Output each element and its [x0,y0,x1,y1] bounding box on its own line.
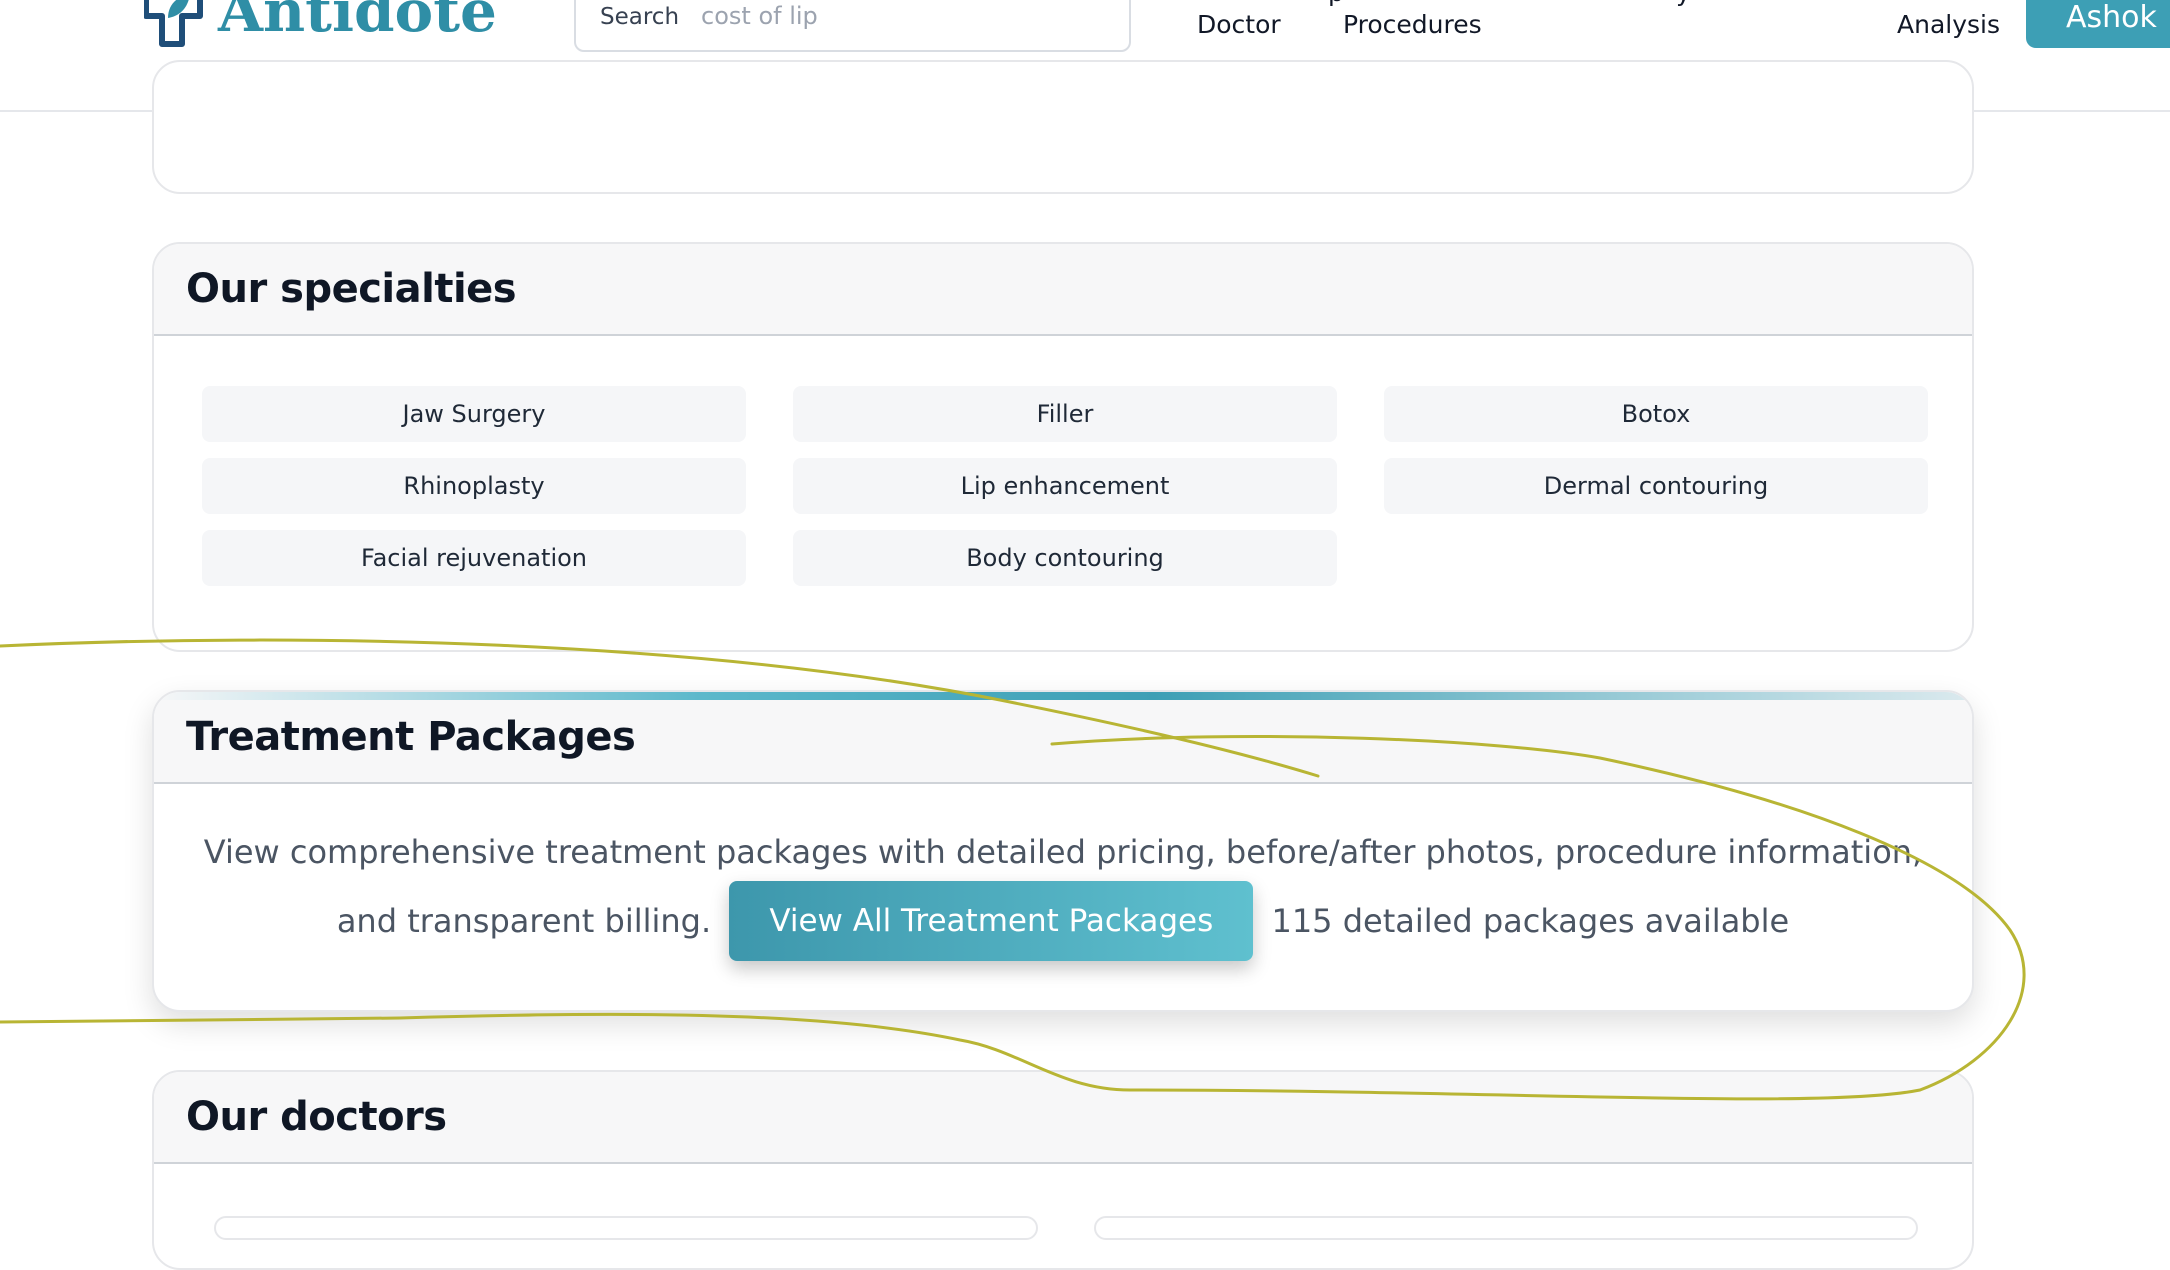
specialty-chip-dermal-contouring[interactable]: Dermal contouring [1384,458,1928,514]
treatment-packages-body: View comprehensive treatment packages wi… [194,822,1932,963]
packages-count-text: 115 detailed packages available [1271,902,1790,940]
doctor-card-right[interactable] [1094,1216,1918,1240]
treatment-packages-header: Treatment Packages [154,692,1972,784]
specialty-chip-botox[interactable]: Botox [1384,386,1928,442]
treatment-packages-card: Treatment Packages View comprehensive tr… [152,690,1974,1012]
specialties-card: Our specialties Jaw Surgery Filler Botox… [152,242,1974,652]
specialty-chip-facial-rejuvenation[interactable]: Facial rejuvenation [202,530,746,586]
logo[interactable]: Antidote [144,0,497,48]
treatment-packages-title: Treatment Packages [186,714,636,760]
search-label: Search [600,4,680,30]
specialties-grid: Jaw Surgery Filler Botox Rhinoplasty Lip… [202,386,1928,586]
nav-ghost-char: p [1328,0,1344,7]
search-input[interactable] [701,2,1062,30]
accent-gradient-line [154,692,1972,700]
specialty-chip-filler[interactable]: Filler [793,386,1337,442]
logo-text: Antidote [218,0,497,45]
logo-cross-leaf-icon [144,0,203,47]
search-box[interactable]: Search [574,0,1131,52]
user-account-button[interactable]: Ashok [2026,0,2170,48]
specialties-header: Our specialties [154,244,1972,336]
specialties-title: Our specialties [186,266,517,312]
nav-item-procedures[interactable]: Procedures [1343,10,1482,39]
specialty-chip-rhinoplasty[interactable]: Rhinoplasty [202,458,746,514]
doctor-card-left[interactable] [214,1216,1038,1240]
nav-item-analysis[interactable]: Analysis [1897,10,2000,39]
doctors-card: Our doctors [152,1070,1974,1270]
nav-item-doctor[interactable]: Doctor [1197,10,1281,39]
doctors-title: Our doctors [186,1094,447,1140]
previous-card [152,60,1974,194]
specialty-chip-body-contouring[interactable]: Body contouring [793,530,1337,586]
specialty-chip-jaw-surgery[interactable]: Jaw Surgery [202,386,746,442]
specialty-chip-lip-enhancement[interactable]: Lip enhancement [793,458,1337,514]
view-all-packages-button[interactable]: View All Treatment Packages [729,881,1254,961]
doctors-header: Our doctors [154,1072,1972,1164]
nav-ghost-char: y [1676,0,1691,7]
